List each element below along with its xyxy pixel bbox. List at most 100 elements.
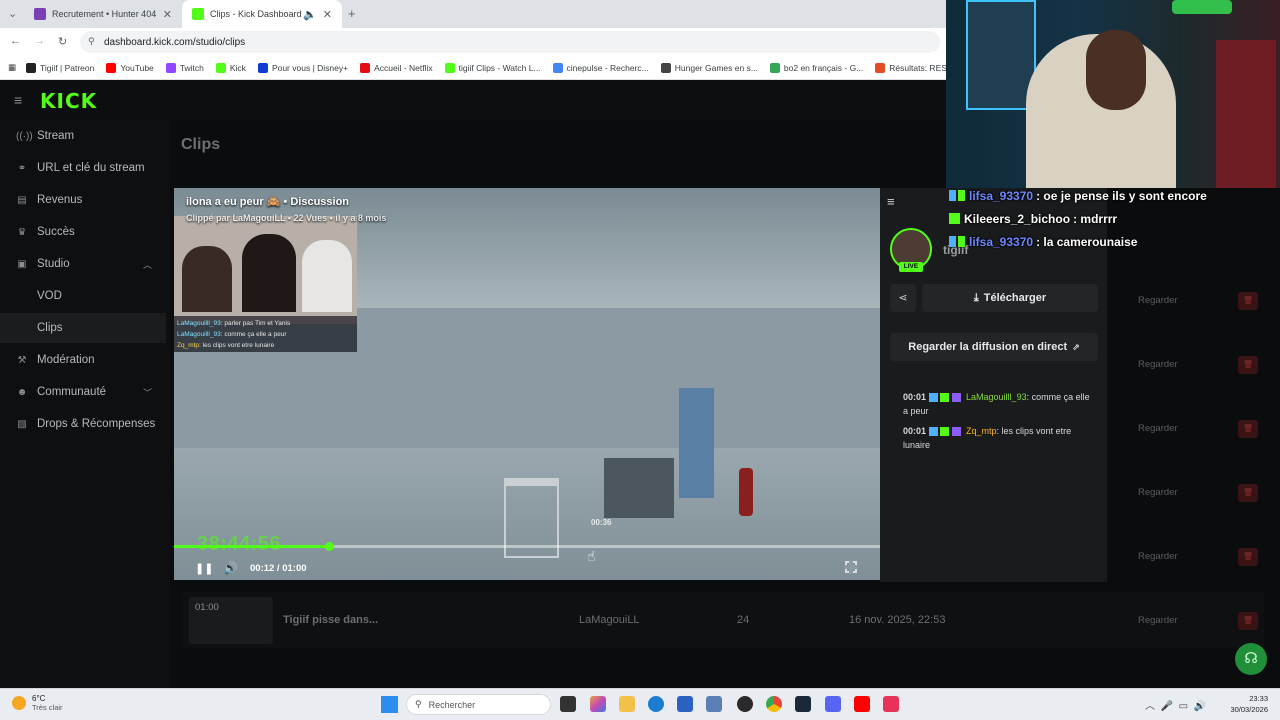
clip-title: ilona a eu peur 🙈 • Discussion	[186, 196, 350, 208]
bookmark[interactable]: Résultats: RESIDENT	[875, 62, 946, 73]
bookmark[interactable]: tigiif Clips - Watch L...	[444, 62, 541, 73]
watch-button[interactable]: Regarder	[1138, 359, 1178, 370]
revenue-icon: ▤	[17, 194, 27, 206]
drops-icon: ▧	[17, 418, 27, 430]
weather-widget[interactable]: 6°C Très clair	[12, 694, 63, 712]
volume-icon[interactable]: 🔊	[223, 561, 238, 575]
watch-button[interactable]: Regarder	[1138, 615, 1178, 626]
discord-icon[interactable]	[825, 696, 841, 712]
video-frame-extinguisher	[739, 468, 753, 516]
tab-list-icon[interactable]: ⌄	[8, 7, 17, 20]
video-frame-hallway	[604, 458, 674, 518]
chat-message: 00:01 Zq_mtp: les clips vont etre lunaire	[903, 426, 1072, 450]
browser-tab-bar: ⌄ Recrutement • Hunter 404 ✕ Clips - Kic…	[0, 0, 946, 28]
delete-icon[interactable]: 🗑	[1238, 292, 1258, 310]
new-tab-icon[interactable]: +	[348, 6, 356, 21]
bookmark[interactable]: Pour vous | Disney+	[257, 62, 348, 73]
site-info-icon[interactable]: ⚲	[88, 36, 95, 47]
support-chat-icon[interactable]: ☊	[1235, 643, 1267, 675]
video-player[interactable]: LaMagouilll_93: parler pas Tim et Yanis …	[174, 188, 880, 580]
live-badge: LIVE	[899, 262, 923, 272]
url-input[interactable]: ⚲ dashboard.kick.com/studio/clips	[80, 31, 940, 53]
sidebar-item-stream[interactable]: ((·)) Stream	[0, 121, 166, 151]
chat-badges-icon	[929, 427, 964, 437]
watch-live-button[interactable]: Regarder la diffusion en direct ⇗	[890, 333, 1098, 361]
share-button[interactable]: ⋖	[890, 284, 916, 312]
bookmark[interactable]: bo2 en français - G...	[769, 62, 863, 73]
bookmark[interactable]: Twitch	[165, 62, 204, 73]
weather-icon	[12, 696, 26, 710]
timecode: 00:12 / 01:00	[250, 563, 307, 574]
close-tab-icon[interactable]: ✕	[163, 8, 172, 21]
clip-meta: Clippé par LaMagouiLL • 22 Vues • il y a…	[186, 213, 387, 223]
delete-icon[interactable]: 🗑	[1238, 484, 1258, 502]
clip-duration: 01:00	[195, 602, 219, 613]
menu-icon[interactable]: ≡	[14, 92, 22, 108]
bookmark[interactable]: Tigiif | Patreon	[26, 62, 94, 73]
reload-icon[interactable]: ↻	[58, 35, 67, 48]
sidebar-item-achievements[interactable]: ♛ Succès	[0, 217, 166, 247]
collapse-panel-icon[interactable]: ≡	[887, 194, 895, 209]
sidebar-item-revenue[interactable]: ▤ Revenus	[0, 185, 166, 215]
watch-button[interactable]: Regarder	[1138, 423, 1178, 434]
overlay-chat-message: lifsa_93370: la camerounaise	[946, 230, 1280, 253]
video-frame-lockers	[679, 388, 714, 498]
url-text: dashboard.kick.com/studio/clips	[104, 36, 246, 48]
sidebar-item-drops[interactable]: ▧ Drops & Récompenses	[0, 409, 166, 439]
search-icon: ⚲	[415, 699, 422, 709]
mouse-cursor: ☝	[587, 548, 596, 564]
sidebar-item-community[interactable]: ☻ Communauté ﹀	[0, 377, 166, 407]
trophy-icon: ♛	[17, 226, 27, 238]
windows-start-icon[interactable]	[381, 696, 398, 713]
apps-grid-icon[interactable]: ▦	[8, 62, 16, 73]
forward-icon[interactable]: →	[34, 35, 45, 47]
watch-button[interactable]: Regarder	[1138, 295, 1178, 306]
app-icon[interactable]	[706, 696, 722, 712]
watch-button[interactable]: Regarder	[1138, 551, 1178, 562]
delete-icon[interactable]: 🗑	[1238, 612, 1258, 630]
watch-button[interactable]: Regarder	[1138, 487, 1178, 498]
sidebar-item-studio[interactable]: ▣ Studio ︿	[0, 249, 166, 279]
youtube-icon[interactable]	[854, 696, 870, 712]
tab-recrutement[interactable]: Recrutement • Hunter 404 ✕	[24, 0, 182, 28]
bookmark[interactable]: Accueil - Netflix	[360, 62, 433, 73]
back-icon[interactable]: ←	[10, 35, 21, 47]
bookmark[interactable]: cinepulse - Recherc...	[552, 62, 649, 73]
bookmark[interactable]: YouTube	[106, 62, 154, 73]
store-icon[interactable]	[677, 696, 693, 712]
sidebar-item-vod[interactable]: VOD	[0, 281, 166, 311]
speaker-icon[interactable]: 🔈	[303, 8, 317, 21]
clip-chat-overlay: LaMagouilll_93: parler pas Tim et Yanis …	[174, 316, 357, 352]
tab-clips-dashboard[interactable]: Clips - Kick Dashboard 🔈 ✕	[182, 0, 342, 28]
delete-icon[interactable]: 🗑	[1238, 356, 1258, 374]
taskbar-search-input[interactable]: ⚲ Rechercher	[406, 694, 551, 715]
overlay-chat-message: lifsa_93370: oe je pense ils y sont enco…	[946, 184, 1280, 207]
download-button[interactable]: ⤓ Télécharger	[922, 284, 1098, 312]
close-tab-icon[interactable]: ✕	[323, 8, 332, 21]
sidebar-item-stream-url[interactable]: ⚭ URL et clé du stream	[0, 153, 166, 183]
app-icon[interactable]	[737, 696, 753, 712]
page-title: Clips	[181, 136, 221, 153]
delete-icon[interactable]: 🗑	[1238, 420, 1258, 438]
chevron-down-icon: ﹀	[142, 387, 152, 398]
sidebar-item-clips[interactable]: Clips	[0, 313, 166, 343]
bookmark[interactable]: Kick	[215, 62, 246, 73]
seek-handle[interactable]	[325, 542, 334, 551]
kick-logo[interactable]: KICK	[40, 89, 97, 113]
system-tray[interactable]: ︿ 🎤 ▭ 🔊	[1145, 697, 1206, 712]
copilot-icon[interactable]	[590, 696, 606, 712]
studio-icon: ▣	[17, 258, 27, 270]
file-explorer-icon[interactable]	[619, 696, 635, 712]
sidebar-item-moderation[interactable]: ⚒ Modération	[0, 345, 166, 375]
pause-button[interactable]: ❚❚	[195, 562, 213, 575]
delete-icon[interactable]: 🗑	[1238, 548, 1258, 566]
steam-icon[interactable]	[795, 696, 811, 712]
chrome-icon[interactable]	[766, 696, 782, 712]
edge-icon[interactable]	[648, 696, 664, 712]
fullscreen-icon[interactable]	[844, 560, 858, 574]
taskbar-clock[interactable]: 23:33 30/03/2026	[1226, 693, 1268, 715]
bookmark[interactable]: Hunger Games en s...	[660, 62, 758, 73]
taskview-icon[interactable]	[560, 696, 576, 712]
tiktok-icon[interactable]	[883, 696, 899, 712]
stream-chat-overlay: lifsa_93370: oe je pense ils y sont enco…	[946, 184, 1280, 253]
